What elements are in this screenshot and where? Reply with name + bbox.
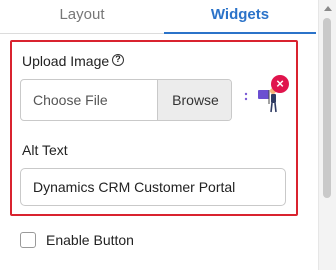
tab-bar: Layout Widgets xyxy=(0,0,316,34)
scroll-up-arrow-icon[interactable] xyxy=(324,6,332,11)
widget-settings-panel: Layout Widgets Upload Image ? Choose Fil… xyxy=(0,0,336,270)
active-tab-indicator xyxy=(164,32,316,34)
image-illustration-icon xyxy=(244,88,277,113)
image-preview: × xyxy=(244,75,289,113)
vertical-scrollbar[interactable] xyxy=(318,0,336,270)
alt-text-input[interactable] xyxy=(20,168,286,206)
scrollbar-thumb[interactable] xyxy=(323,18,331,198)
tab-widgets[interactable]: Widgets xyxy=(164,0,316,34)
remove-image-button[interactable]: × xyxy=(271,75,289,93)
file-upload-field[interactable]: Choose File Browse xyxy=(20,79,232,121)
tab-layout[interactable]: Layout xyxy=(0,0,164,34)
file-placeholder: Choose File xyxy=(33,92,108,108)
question-circle-icon[interactable]: ? xyxy=(112,54,124,66)
upload-image-label: Upload Image xyxy=(22,53,110,69)
browse-button[interactable]: Browse xyxy=(157,80,231,120)
close-icon: × xyxy=(276,76,284,91)
enable-button-checkbox[interactable] xyxy=(20,232,36,248)
enable-button-label[interactable]: Enable Button xyxy=(46,232,134,248)
alt-text-label: Alt Text xyxy=(22,142,68,158)
